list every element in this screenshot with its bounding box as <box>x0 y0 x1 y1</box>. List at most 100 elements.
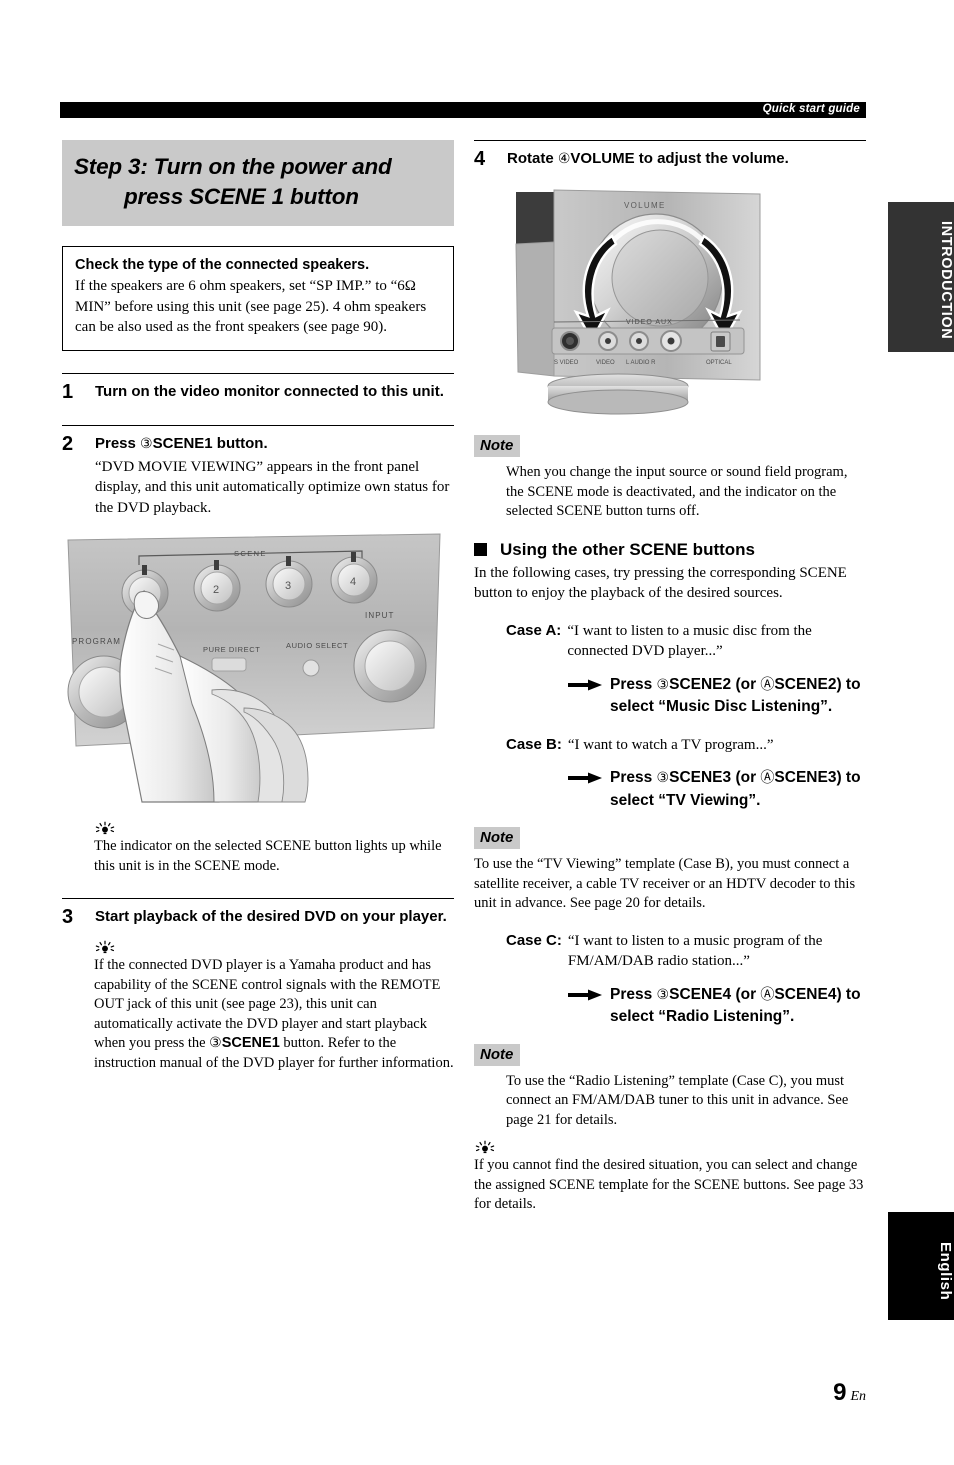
case-b-label: Case B: <box>506 735 562 753</box>
circled-three-icon: ③ <box>140 435 153 452</box>
case-a-label: Case A: <box>506 621 562 639</box>
step-2-head-bold: SCENE1 <box>152 434 213 452</box>
case-a-b2: SCENE2 <box>774 675 837 693</box>
volume-knob-inner <box>611 229 709 327</box>
right-arrow-icon <box>568 989 602 1000</box>
step-2: 2 Press ③SCENE1 button. “DVD MOVIE VIEWI… <box>62 424 454 519</box>
step-4-heading: Rotate ④VOLUME to adjust the volume. <box>507 148 866 170</box>
tip-scene-template: If you cannot find the desired situation… <box>474 1140 866 1215</box>
case-b-b1: SCENE3 <box>669 769 732 786</box>
right-arrow-icon <box>568 772 602 784</box>
tip-scene-indicator: The indicator on the selected SCENE butt… <box>94 821 454 876</box>
front-panel-svg: SCENE 1 2 3 <box>67 533 441 803</box>
case-c-pre: Press <box>610 985 657 1003</box>
right-arrow-icon <box>568 679 602 690</box>
unit-foot <box>547 373 689 415</box>
tip-scene-indicator-text: The indicator on the selected SCENE butt… <box>94 838 442 874</box>
svg-text:3: 3 <box>285 580 291 592</box>
note-label: Note <box>474 435 521 457</box>
volume-knob-illustration: VOLUME VIDEO AUX S VIDEO VIDEO L AUDIO R… <box>508 184 866 419</box>
case-c-action: Press ③SCENE4 (or ⒶSCENE4) to select “Ra… <box>568 984 866 1028</box>
svg-text:OPTICAL: OPTICAL <box>706 360 732 366</box>
tip-yamaha-dvd-text: If the connected DVD player is a Yamaha … <box>94 956 454 1073</box>
circled-three-icon: ③ <box>209 1035 222 1051</box>
svg-text:S VIDEO: S VIDEO <box>554 360 579 366</box>
tip-lightbulb-icon <box>475 1140 495 1154</box>
svg-text:VIDEO: VIDEO <box>596 360 615 366</box>
page-number-value: 9 <box>833 1379 847 1406</box>
volume-knob-svg: VOLUME VIDEO AUX S VIDEO VIDEO L AUDIO R… <box>515 189 761 415</box>
svg-text:PROGRAM: PROGRAM <box>72 637 121 646</box>
note-radio-listening: Note To use the “Radio Listening” templa… <box>474 1043 866 1131</box>
tip-scene-template-text: If you cannot find the desired situation… <box>474 1157 864 1212</box>
page-number-suffix: En <box>850 1389 866 1404</box>
circled-a-icon: Ⓐ <box>760 676 775 693</box>
step-1: 1 Turn on the video monitor connected to… <box>62 372 454 403</box>
step-3-title-line2: press SCENE 1 button <box>124 184 359 209</box>
case-a-text: “I want to listen to a music disc from t… <box>567 622 812 660</box>
step-2-head-post: button. <box>212 434 268 452</box>
circled-a-icon: Ⓐ <box>760 986 775 1003</box>
case-b-pre: Press <box>610 769 657 786</box>
speaker-check-callout: Check the type of the connected speakers… <box>62 246 454 351</box>
case-a-action: Press ③SCENE2 (or ⒶSCENE2) to select “Mu… <box>568 674 866 718</box>
step-4-head-pre: Rotate <box>507 150 558 167</box>
right-column: 4 Rotate ④VOLUME to adjust the volume. V… <box>474 140 866 1215</box>
case-c-text: “I want to listen to a music program of … <box>567 932 823 970</box>
step-2-head-pre: Press <box>95 434 141 452</box>
front-panel-illustration: SCENE 1 2 3 <box>62 532 454 807</box>
circled-three-icon: ③ <box>656 770 670 786</box>
section-heading-label: Using the other SCENE buttons <box>500 539 755 559</box>
note-tv-viewing: Note To use the “TV Viewing” template (C… <box>474 827 866 914</box>
note-scene-deactivated-text: When you change the input source or soun… <box>506 464 848 519</box>
note-tv-viewing-text: To use the “TV Viewing” template (Case B… <box>474 856 856 911</box>
step-3: 3 Start playback of the desired DVD on y… <box>62 898 454 928</box>
step-4-head-bold: VOLUME <box>570 150 635 167</box>
running-header-bar: Quick start guide <box>60 102 866 118</box>
callout-title: Check the type of the connected speakers… <box>75 257 370 273</box>
section-tab-introduction: INTRODUCTION <box>888 202 954 352</box>
tip-lightbulb-icon <box>95 940 115 954</box>
case-b-action-text: Press ③SCENE3 (or ⒶSCENE3) to select “TV… <box>610 767 866 811</box>
svg-text:L AUDIO R: L AUDIO R <box>626 360 656 366</box>
tip-lightbulb-icon <box>95 821 115 835</box>
pure-direct-label: PURE DIRECT <box>203 645 260 654</box>
section-intro-text: In the following cases, try pressing the… <box>474 564 847 602</box>
step-1-number: 1 <box>62 380 74 403</box>
note-label: Note <box>474 1043 521 1066</box>
square-bullet-icon <box>474 543 487 556</box>
case-c-b1: SCENE4 <box>669 985 732 1003</box>
case-a-action-text: Press ③SCENE2 (or ⒶSCENE2) to select “Mu… <box>610 674 866 718</box>
volume-label: VOLUME <box>624 201 666 210</box>
step-3-title-band: Step 3: Turn on the power and press SCEN… <box>62 140 454 226</box>
case-b-action: Press ③SCENE3 (or ⒶSCENE3) to select “TV… <box>568 767 866 811</box>
audio-select-label: AUDIO SELECT <box>286 641 348 650</box>
case-c-b2: SCENE4 <box>774 985 837 1003</box>
svg-text:INPUT: INPUT <box>365 611 395 620</box>
page-number: 9 En <box>833 1379 866 1407</box>
case-a: Case A: “I want to listen to a music dis… <box>474 621 866 662</box>
step-2-subtext: “DVD MOVIE VIEWING” appears in the front… <box>95 458 450 516</box>
step-4-number: 4 <box>474 148 486 170</box>
pure-direct-button <box>211 657 247 672</box>
case-b: Case B: “I want to watch a TV program...… <box>474 735 866 756</box>
circled-a-icon: Ⓐ <box>760 770 775 786</box>
note-scene-deactivated: Note When you change the input source or… <box>474 435 866 522</box>
case-b-b2: SCENE3 <box>774 769 837 786</box>
note-radio-listening-text: To use the “Radio Listening” template (C… <box>506 1072 849 1128</box>
case-b-text: “I want to watch a TV program...” <box>567 736 774 753</box>
case-a-b1: SCENE2 <box>669 675 732 693</box>
circled-three-icon: ③ <box>656 986 670 1003</box>
step-3-heading: Start playback of the desired DVD on you… <box>95 908 447 925</box>
running-head-label: Quick start guide <box>762 103 860 115</box>
video-aux-label: VIDEO AUX <box>626 319 673 326</box>
step-3-title-line1: Step 3: Turn on the power and <box>74 154 392 179</box>
display-panel <box>516 192 554 244</box>
case-a-pre: Press <box>610 675 657 693</box>
case-c-action-text: Press ③SCENE4 (or ⒶSCENE4) to select “Ra… <box>610 984 866 1028</box>
scene-group-label: SCENE <box>234 549 267 558</box>
tip-yamaha-dvd: If the connected DVD player is a Yamaha … <box>94 940 454 1073</box>
step-2-heading: Press ③SCENE1 button. <box>95 433 454 455</box>
step-3-number: 3 <box>62 906 74 928</box>
case-c-mid: (or <box>731 985 761 1003</box>
